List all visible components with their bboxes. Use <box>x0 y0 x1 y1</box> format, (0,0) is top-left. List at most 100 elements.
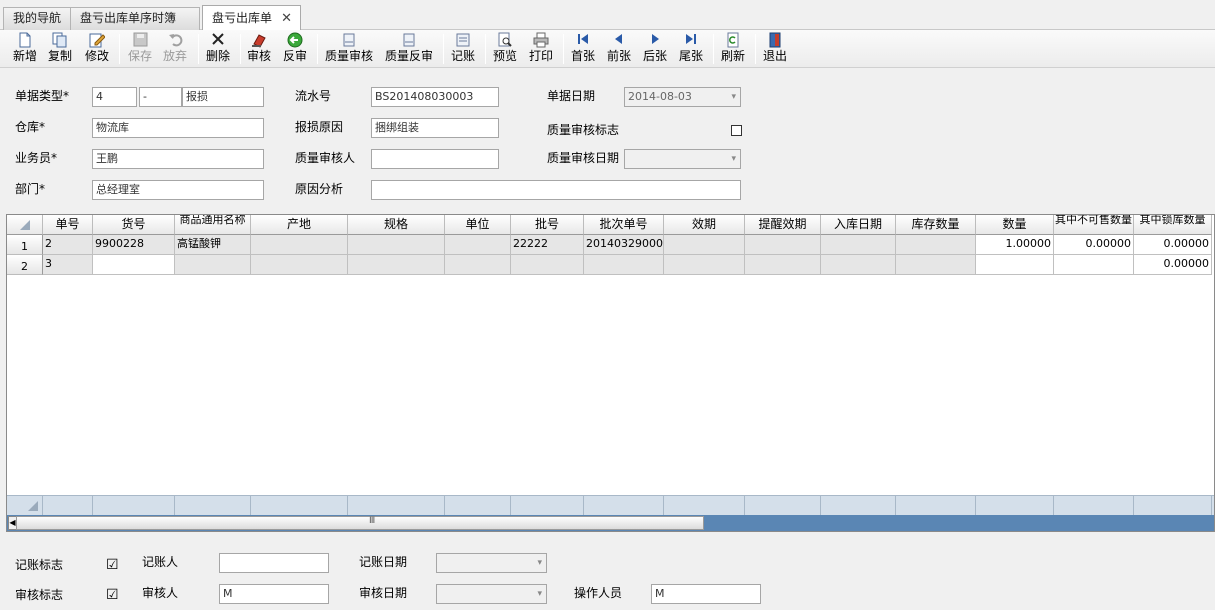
grid-cell[interactable] <box>745 235 821 255</box>
refresh-button[interactable]: 刷新 <box>718 32 748 66</box>
grid-cell[interactable] <box>251 255 348 275</box>
save-button[interactable]: 保存 <box>125 32 155 66</box>
tab-label: 盘亏出库单 <box>212 11 273 25</box>
loss-reason-input[interactable]: 捆绑组装 <box>371 118 499 138</box>
doc-date-picker[interactable]: 2014-08-03 <box>624 87 741 107</box>
tab-my-navigation[interactable]: 我的导航 <box>3 7 71 30</box>
grid-cell[interactable] <box>175 255 251 275</box>
grid-column-header[interactable]: 提醒效期 <box>745 215 821 235</box>
post-button[interactable]: 记账 <box>448 32 478 66</box>
prev-icon <box>604 32 634 49</box>
toolbar-separator <box>198 34 199 64</box>
poster-input[interactable] <box>219 553 329 573</box>
grid-cell[interactable] <box>348 255 445 275</box>
qc-audit-button[interactable]: 质量审核 <box>322 32 376 66</box>
audit-date-picker[interactable] <box>436 584 547 604</box>
next-button[interactable]: 后张 <box>640 32 670 66</box>
post-flag-checkbox[interactable]: ☑ <box>106 557 119 573</box>
grid-column-header[interactable]: 单位 <box>445 215 511 235</box>
first-button[interactable]: 首张 <box>568 32 598 66</box>
scroll-thumb[interactable]: Ⅲ <box>16 516 704 530</box>
last-button[interactable]: 尾张 <box>676 32 706 66</box>
detail-grid[interactable]: 单号 货号 商品通用名称 产地 规格 单位 批号 批次单号 效期 提醒效期 入库日期 库存数量 数量 其中… <box>6 214 1215 532</box>
grid-cell[interactable]: 0.00000 <box>1134 235 1212 255</box>
grid-cell[interactable] <box>896 255 976 275</box>
summary-cell <box>445 496 511 515</box>
grid-cell[interactable]: 2 <box>43 235 93 255</box>
refresh-label: 刷新 <box>720 49 745 63</box>
doc-type-dash-input[interactable]: - <box>139 87 182 107</box>
discard-button[interactable]: 放弃 <box>160 32 190 66</box>
grid-cell[interactable] <box>584 255 664 275</box>
grid-cell[interactable] <box>511 255 584 275</box>
qc-date-picker[interactable] <box>624 149 741 169</box>
grid-row-number[interactable]: 1 <box>7 235 43 255</box>
grid-column-header[interactable]: 其中不可售数量 <box>1054 215 1134 235</box>
grid-cell[interactable] <box>896 235 976 255</box>
grid-column-header[interactable]: 货号 <box>93 215 175 235</box>
grid-cell[interactable] <box>664 235 745 255</box>
copy-button[interactable]: 复制 <box>45 32 75 66</box>
exit-button[interactable]: 退出 <box>760 32 790 66</box>
grid-cell[interactable] <box>445 255 511 275</box>
grid-cell[interactable] <box>821 255 896 275</box>
grid-cell[interactable] <box>1054 255 1134 275</box>
qc-unaudit-button[interactable]: 质量反审 <box>382 32 436 66</box>
edit-button[interactable]: 修改 <box>82 32 112 66</box>
grid-cell[interactable] <box>664 255 745 275</box>
horizontal-scrollbar[interactable]: ◀ Ⅲ <box>7 515 1214 531</box>
tab-loss-outbound-journal[interactable]: 盘亏出库单序时簿 <box>70 7 200 30</box>
cause-analysis-input[interactable] <box>371 180 741 200</box>
grid-column-header[interactable]: 产地 <box>251 215 348 235</box>
grid-cell[interactable]: 1.00000 <box>976 235 1054 255</box>
grid-column-header[interactable]: 批号 <box>511 215 584 235</box>
grid-column-header[interactable]: 规格 <box>348 215 445 235</box>
grid-cell[interactable] <box>251 235 348 255</box>
grid-column-header[interactable]: 数量 <box>976 215 1054 235</box>
tab-loss-outbound-doc[interactable]: 盘亏出库单 ✕ <box>202 5 301 31</box>
department-input[interactable]: 总经理室 <box>92 180 264 200</box>
grid-row-number[interactable]: 2 <box>7 255 43 275</box>
grid-column-header[interactable]: 入库日期 <box>821 215 896 235</box>
grid-cell[interactable]: 2014032900014 <box>584 235 664 255</box>
qc-flag-checkbox[interactable] <box>731 125 742 136</box>
grid-cell[interactable]: 高锰酸钾 <box>175 235 251 255</box>
doc-type-name-input[interactable]: 报损 <box>182 87 264 107</box>
grid-cell[interactable] <box>93 255 175 275</box>
grid-cell[interactable]: 3 <box>43 255 93 275</box>
preview-button[interactable]: 预览 <box>490 32 520 66</box>
grid-cell[interactable] <box>976 255 1054 275</box>
grid-column-header[interactable]: 库存数量 <box>896 215 976 235</box>
grid-corner[interactable] <box>7 215 43 235</box>
grid-cell[interactable] <box>821 235 896 255</box>
grid-cell[interactable] <box>445 235 511 255</box>
post-date-picker[interactable] <box>436 553 547 573</box>
grid-column-header[interactable]: 其中锁库数量 <box>1134 215 1212 235</box>
grid-cell[interactable]: 0.00000 <box>1134 255 1212 275</box>
doc-type-code-input[interactable]: 4 <box>92 87 137 107</box>
grid-cell[interactable] <box>348 235 445 255</box>
prev-button[interactable]: 前张 <box>604 32 634 66</box>
close-icon[interactable]: ✕ <box>281 6 292 31</box>
delete-button[interactable]: 删除 <box>203 32 233 66</box>
grid-column-header[interactable]: 商品通用名称 <box>175 215 251 235</box>
unaudit-button[interactable]: 反审 <box>280 32 310 66</box>
grid-column-header[interactable]: 效期 <box>664 215 745 235</box>
serial-input[interactable]: BS201408030003 <box>371 87 499 107</box>
salesman-input[interactable]: 王鹏 <box>92 149 264 169</box>
grid-cell[interactable]: 0.00000 <box>1054 235 1134 255</box>
print-button[interactable]: 打印 <box>526 32 556 66</box>
grid-column-header[interactable]: 批次单号 <box>584 215 664 235</box>
new-button[interactable]: 新增 <box>10 32 40 66</box>
grid-column-header[interactable]: 单号 <box>43 215 93 235</box>
audit-button[interactable]: 审核 <box>244 32 274 66</box>
grid-cell[interactable] <box>745 255 821 275</box>
operator-input[interactable]: M <box>651 584 761 604</box>
warehouse-input[interactable]: 物流库 <box>92 118 264 138</box>
first-label: 首张 <box>570 49 595 63</box>
grid-cell[interactable]: 9900228 <box>93 235 175 255</box>
audit-flag-checkbox[interactable]: ☑ <box>106 587 119 603</box>
qc-auditor-input[interactable] <box>371 149 499 169</box>
grid-cell[interactable]: 22222 <box>511 235 584 255</box>
auditor-input[interactable]: M <box>219 584 329 604</box>
